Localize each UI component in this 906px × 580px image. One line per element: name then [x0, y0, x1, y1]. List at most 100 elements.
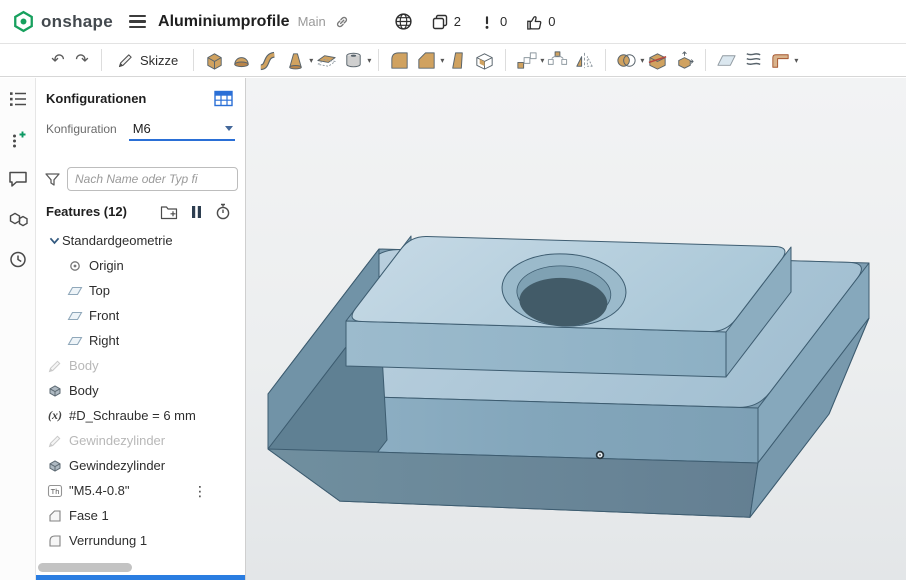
tool-circular-pattern-icon[interactable]: [544, 49, 571, 72]
feature-label: Fase 1: [69, 508, 109, 523]
feature-label: Front: [89, 308, 120, 323]
configuration-dropdown[interactable]: M6: [128, 119, 235, 141]
tool-hole-icon[interactable]: [340, 49, 367, 72]
plane-icon: [66, 308, 84, 324]
onshape-app: { "header": { "app_name": "onshape", "do…: [0, 0, 906, 580]
tool-split-icon[interactable]: [644, 49, 671, 72]
tool-extrude-icon[interactable]: [201, 49, 228, 72]
tool-shell-icon[interactable]: [471, 49, 498, 72]
filter-funnel-icon[interactable]: [44, 171, 61, 188]
toolbar-separator: [605, 49, 607, 71]
origin-icon: [66, 258, 84, 274]
toolbar-separator: [193, 49, 195, 71]
main-menu-icon[interactable]: [129, 14, 147, 29]
feature-row-right[interactable]: Right: [36, 328, 245, 353]
feature-row-body[interactable]: Body: [36, 353, 245, 378]
configuration-table-icon[interactable]: [214, 90, 233, 107]
configurations-title: Konfigurationen: [46, 91, 147, 106]
feature-row-top[interactable]: Top: [36, 278, 245, 303]
features-header: Features (12): [46, 204, 127, 219]
tool-mirror-icon[interactable]: [571, 49, 598, 72]
app-header: onshape Aluminiumprofile Main 2 0 0: [0, 0, 906, 44]
configuration-label: Konfiguration: [46, 122, 117, 136]
feature-row-d-schraube-6-mm[interactable]: (x) #D_Schraube = 6 mm: [36, 403, 245, 428]
workspace-name[interactable]: Main: [298, 14, 326, 29]
feature-row-front[interactable]: Front: [36, 303, 245, 328]
rail-feature-list-icon[interactable]: [5, 86, 31, 112]
onshape-logo-icon: [14, 10, 33, 33]
copies-count: 2: [453, 14, 461, 29]
tool-hole-caret[interactable]: ▾: [367, 56, 371, 65]
feature-label: Gewindezylinder: [69, 433, 166, 448]
tool-draft-icon[interactable]: [444, 49, 471, 72]
undo-button[interactable]: ↶: [46, 47, 70, 73]
alerts-stat[interactable]: 0: [479, 13, 507, 31]
suppress-pause-icon[interactable]: [191, 205, 202, 219]
tool-thicken-icon[interactable]: [313, 49, 340, 72]
feature-label: Body: [69, 358, 99, 373]
sketch-icon: [46, 358, 64, 374]
tool-sweep-icon[interactable]: [255, 49, 282, 72]
tool-transform-icon[interactable]: [671, 49, 698, 72]
onshape-logo[interactable]: onshape: [12, 10, 113, 33]
rollback-stopwatch-icon[interactable]: [215, 203, 231, 220]
feature-row-gewindezylinder[interactable]: Gewindezylinder: [36, 428, 245, 453]
document-title: Aluminiumprofile: [158, 12, 290, 30]
feature-row-m5-4-0-8[interactable]: Th "M5.4-0.8" ⋮: [36, 478, 245, 503]
vertex-marker[interactable]: [595, 450, 605, 460]
extrude-icon: [46, 458, 64, 474]
rail-comments-icon[interactable]: [5, 166, 31, 192]
copies-stat[interactable]: 2: [431, 13, 461, 31]
sketch-button-label: Skizze: [140, 52, 179, 68]
tool-fillet-icon[interactable]: [386, 49, 413, 72]
rail-history-icon[interactable]: [5, 246, 31, 272]
chamfer-icon: [46, 508, 64, 524]
tool-helix-icon[interactable]: [740, 49, 767, 72]
feature-label: Top: [89, 283, 110, 298]
horizontal-scrollbar-thumb[interactable]: [38, 563, 132, 572]
row-menu-dots-icon[interactable]: ⋮: [193, 484, 207, 498]
sketch-button[interactable]: Skizze: [109, 52, 186, 69]
graphics-viewport[interactable]: [246, 78, 906, 580]
likes-stat[interactable]: 0: [525, 13, 555, 31]
rail-insert-icon[interactable]: [5, 126, 31, 152]
feature-row-body[interactable]: Body: [36, 378, 245, 403]
feature-panel: Konfigurationen Konfiguration M6 Nach Na…: [36, 78, 246, 580]
left-rail: [0, 78, 36, 580]
alerts-count: 0: [500, 14, 508, 29]
feature-filter-input[interactable]: [67, 167, 238, 191]
tool-plane-icon[interactable]: [713, 49, 740, 72]
feature-label: Standardgeometrie: [62, 233, 173, 248]
feature-row-fase-1[interactable]: Fase 1: [36, 503, 245, 528]
tool-loft-icon[interactable]: [282, 49, 309, 72]
thumbs-up-icon: [527, 15, 542, 30]
3d-scene[interactable]: [246, 78, 906, 580]
new-folder-icon[interactable]: [160, 204, 178, 220]
share-link-icon[interactable]: [334, 14, 350, 30]
panel-resize-bar[interactable]: [36, 575, 245, 580]
feature-row-verrundung-1[interactable]: Verrundung 1: [36, 528, 245, 553]
language-globe[interactable]: [394, 12, 413, 31]
rail-parts-icon[interactable]: [5, 206, 31, 232]
part-body[interactable]: [267, 235, 870, 518]
tool-sheetmetal-caret[interactable]: ▾: [794, 56, 798, 65]
feature-row-standardgeometrie[interactable]: Standardgeometrie: [36, 228, 245, 253]
feature-row-origin[interactable]: Origin: [36, 253, 245, 278]
toolbar-separator: [101, 49, 102, 71]
tool-sheetmetal-icon[interactable]: [767, 49, 794, 72]
feature-tree: Standardgeometrie Origin Top Front Right Body…: [36, 228, 245, 553]
plane-icon: [66, 283, 84, 299]
redo-button[interactable]: ↷: [70, 47, 94, 73]
document-stats: 2 0 0: [376, 12, 555, 31]
tool-chamfer-icon[interactable]: [413, 49, 440, 72]
feature-row-gewindezylinder[interactable]: Gewindezylinder: [36, 453, 245, 478]
tool-linear-pattern-icon[interactable]: [513, 49, 540, 72]
likes-count: 0: [548, 14, 556, 29]
toolbar-separator: [505, 49, 507, 71]
extrude-icon: [46, 383, 64, 399]
chevron-down-icon[interactable]: [46, 235, 62, 246]
toolbar-separator: [705, 49, 707, 71]
tool-revolve-icon[interactable]: [228, 49, 255, 72]
chevron-down-icon: [224, 126, 233, 131]
tool-boolean-icon[interactable]: [613, 49, 640, 72]
